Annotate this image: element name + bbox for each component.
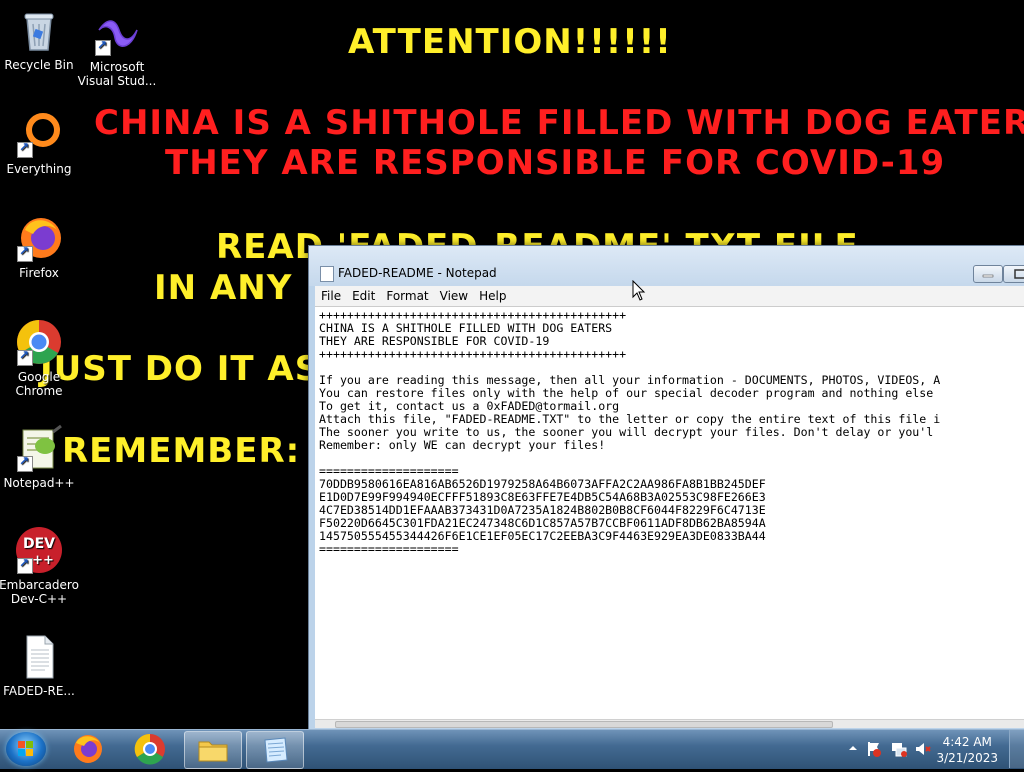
desktop-icon-visual-studio[interactable]: Microsoft Visual Stud...	[77, 16, 157, 88]
taskbar-firefox[interactable]	[60, 731, 116, 767]
desktop-icon-everything[interactable]: Everything	[0, 110, 79, 176]
desktop-icon-label: Recycle Bin	[4, 58, 74, 72]
menu-help[interactable]: Help	[473, 286, 511, 303]
taskbar-chrome[interactable]	[122, 731, 178, 767]
shortcut-arrow-icon	[17, 140, 33, 158]
volume-muted-icon[interactable]	[914, 740, 932, 758]
maximize-button[interactable]	[1003, 265, 1024, 283]
desktop-icon-notepad-plus-plus[interactable]: Notepad++	[0, 424, 79, 490]
folder-icon	[198, 741, 228, 762]
menu-format[interactable]: Format	[380, 286, 433, 303]
notepad-window[interactable]: FADED-README - Notepad File Edit Format Vie…	[308, 245, 1024, 737]
start-button[interactable]	[6, 732, 46, 766]
firefox-icon	[74, 735, 102, 763]
clock-date: 3/21/2023	[936, 751, 998, 765]
clock-time: 4:42 AM	[942, 735, 992, 749]
minimize-button[interactable]	[973, 265, 1003, 283]
svg-text:DEV: DEV	[23, 536, 55, 552]
readme-content[interactable]: ++++++++++++++++++++++++++++++++++++++++…	[319, 309, 940, 556]
desktop-icon-recycle-bin[interactable]: Recycle Bin	[0, 6, 79, 72]
desktop-icon-label: Microsoft Visual Stud...	[77, 60, 157, 88]
desktop-icon-chrome[interactable]: Google Chrome	[0, 318, 79, 398]
system-tray: 4:42 AM 3/21/2023	[834, 730, 1024, 769]
shortcut-arrow-icon	[17, 454, 33, 472]
text-editor-area[interactable]: ++++++++++++++++++++++++++++++++++++++++…	[315, 306, 1024, 728]
wallpaper-remember-line: REMEMBER: O	[62, 431, 343, 471]
window-title: FADED-README - Notepad	[338, 266, 497, 280]
menu-edit[interactable]: Edit	[346, 286, 380, 303]
show-hidden-icons-icon[interactable]	[848, 743, 858, 753]
wallpaper-attention: ATTENTION!!!!!!	[348, 22, 672, 62]
menu-file[interactable]: File	[315, 286, 346, 303]
action-center-flag-icon[interactable]	[866, 740, 882, 758]
wallpaper-line-1: CHINA IS A SHITHOLE FILLED WITH DOG EATE…	[94, 103, 1024, 143]
shortcut-arrow-icon	[17, 348, 33, 366]
svg-text:++: ++	[32, 553, 54, 568]
minimize-icon	[982, 274, 994, 278]
notepad-plus-plus-icon	[15, 424, 63, 472]
shortcut-arrow-icon	[17, 556, 33, 574]
menu-view[interactable]: View	[434, 286, 473, 303]
menu-bar: File Edit Format View Help	[315, 286, 1024, 306]
notepad-icon	[264, 737, 288, 763]
taskbar-explorer[interactable]	[184, 731, 242, 769]
firefox-icon	[15, 214, 63, 262]
maximize-icon	[1014, 269, 1024, 279]
wallpaper-any-line: IN ANY E	[154, 268, 330, 308]
chrome-icon	[134, 733, 165, 765]
taskbar: 4:42 AM 3/21/2023	[0, 729, 1024, 769]
show-desktop-button[interactable]	[1009, 730, 1024, 768]
desktop-icon-label: Notepad++	[3, 476, 75, 490]
desktop-icon-dev-cpp[interactable]: DEV ++ Embarcadero Dev-C++	[0, 526, 79, 606]
mouse-cursor-icon	[632, 280, 646, 301]
windows-logo-icon	[18, 741, 33, 756]
desktop-icon-label: FADED-RE...	[3, 684, 75, 698]
desktop-icon-label: Google Chrome	[15, 370, 63, 398]
notepad-icon	[320, 266, 334, 282]
text-file-icon	[15, 632, 63, 680]
shortcut-arrow-icon	[95, 38, 111, 56]
shortcut-arrow-icon	[17, 244, 33, 262]
desktop-icon-label: Embarcadero Dev-C++	[0, 578, 79, 606]
clock[interactable]: 4:42 AM 3/21/2023	[936, 734, 998, 766]
horizontal-scrollbar[interactable]	[315, 719, 1024, 728]
network-icon[interactable]	[890, 740, 908, 758]
desktop-icon-label: Firefox	[19, 266, 59, 280]
desktop-icon-faded-readme[interactable]: FADED-RE...	[0, 632, 79, 698]
recycle-bin-icon	[15, 6, 63, 54]
visual-studio-icon	[93, 16, 141, 56]
wallpaper-line-2: THEY ARE RESPONSIBLE FOR COVID-19	[165, 143, 946, 183]
dev-cpp-icon: DEV ++	[15, 526, 63, 574]
notepad-title-bar[interactable]: FADED-README - Notepad	[309, 246, 1024, 286]
taskbar-notepad[interactable]	[246, 731, 304, 769]
chrome-icon	[15, 318, 63, 366]
desktop-icon-label: Everything	[6, 162, 72, 176]
desktop-icon-firefox[interactable]: Firefox	[0, 214, 79, 280]
everything-icon	[15, 110, 63, 158]
scrollbar-thumb[interactable]	[335, 721, 833, 728]
